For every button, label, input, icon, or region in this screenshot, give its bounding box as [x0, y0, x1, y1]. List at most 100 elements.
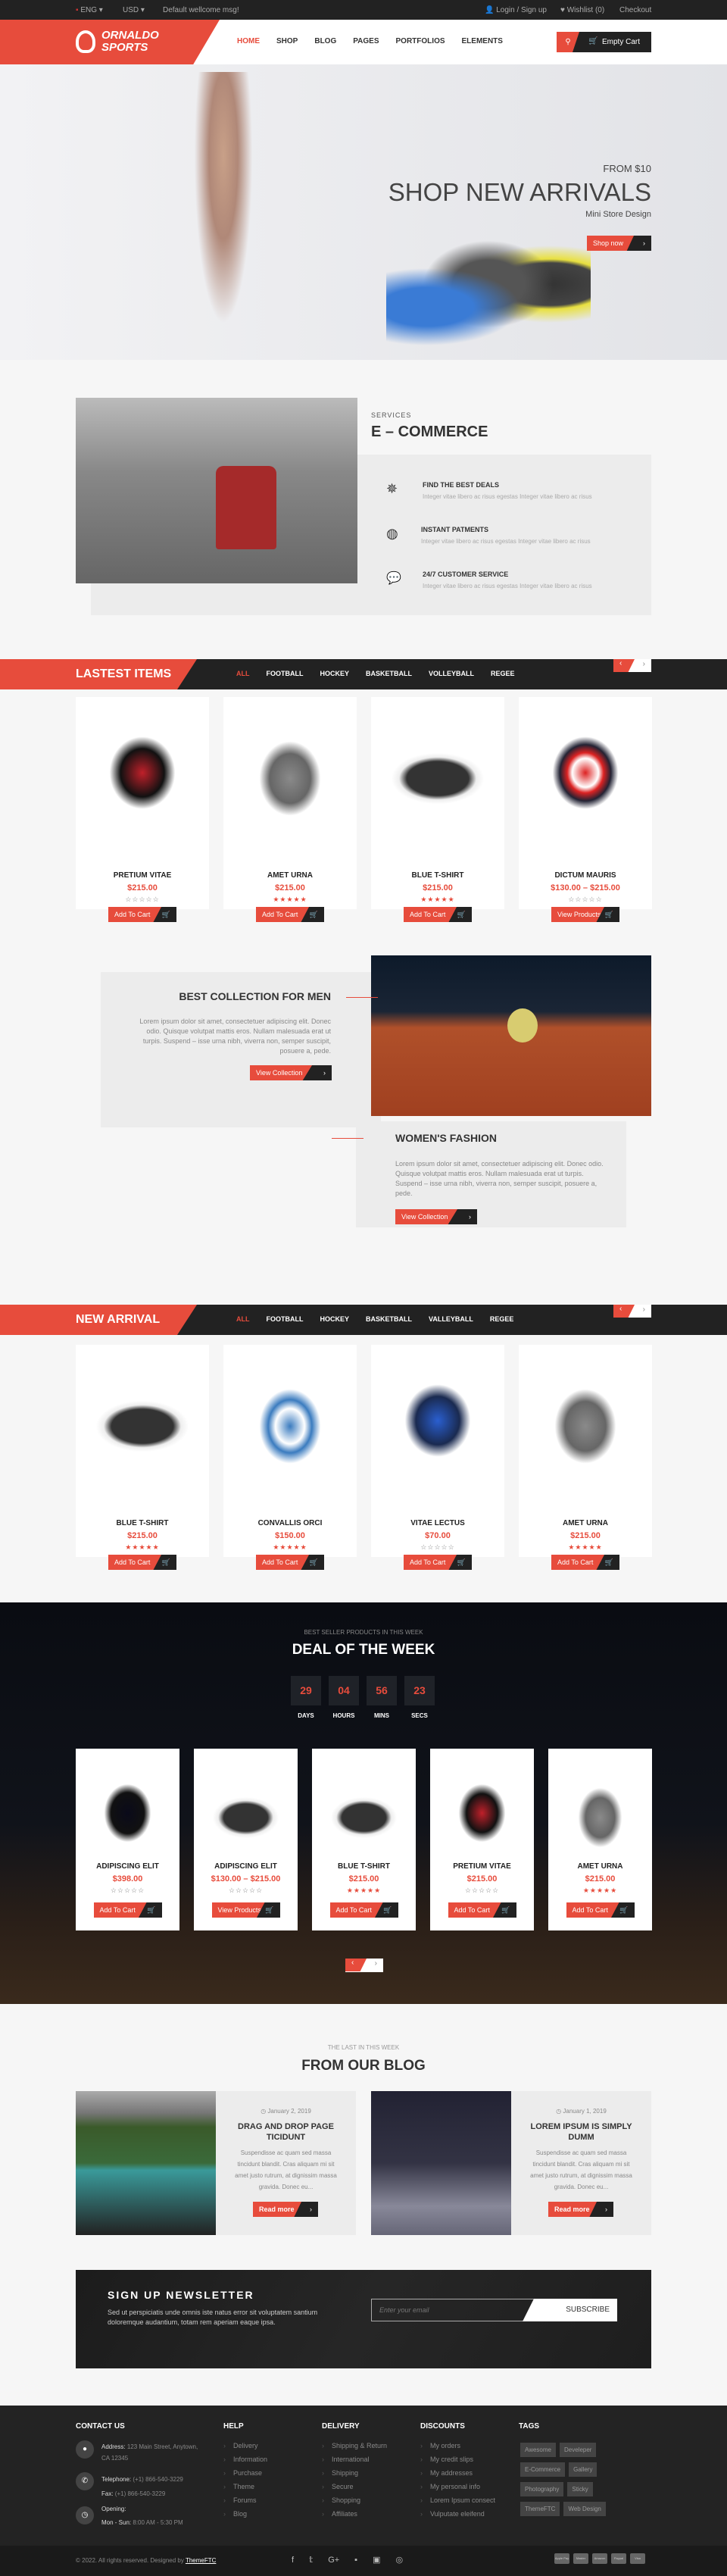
product-card[interactable]: BLUE T-SHIRT $215.00 ★★★★★ Add To Cart 🛒: [312, 1749, 416, 1930]
product-name[interactable]: PRETIUM VITAE: [76, 871, 209, 880]
add-to-cart-button[interactable]: Add To Cart 🛒: [551, 1555, 619, 1570]
add-to-cart-button[interactable]: Add To Cart 🛒: [448, 1902, 516, 1918]
footer-link[interactable]: › Secure: [322, 2483, 417, 2490]
checkout-link[interactable]: Checkout: [619, 6, 651, 14]
footer-link[interactable]: › International: [322, 2456, 417, 2463]
product-image[interactable]: [91, 1364, 194, 1477]
product-card[interactable]: AMET URNA $215.00 ★★★★★ Add To Cart 🛒: [519, 1345, 652, 1570]
add-to-cart-button[interactable]: Add To Cart 🛒: [256, 907, 324, 922]
product-name[interactable]: CONVALLIS ORCI: [223, 1519, 357, 1527]
email-input[interactable]: [371, 2299, 541, 2321]
product-image[interactable]: [91, 716, 194, 830]
flickr-icon[interactable]: ▪: [354, 2556, 357, 2565]
tag[interactable]: Web Design: [563, 2502, 606, 2516]
product-card[interactable]: ADIPISCING ELIT $130.00 – $215.00 ☆☆☆☆☆ Vie…: [194, 1749, 298, 1930]
footer-link[interactable]: › Information: [223, 2456, 318, 2463]
blog-image[interactable]: [371, 2091, 511, 2235]
prev-icon[interactable]: ‹: [613, 659, 635, 672]
tab-regee[interactable]: REGEE: [490, 1315, 514, 1323]
product-card[interactable]: BLUE T-SHIRT $215.00 ★★★★★ Add To Cart 🛒: [371, 697, 504, 922]
product-image[interactable]: [563, 1768, 637, 1859]
logo[interactable]: ORNALDO SPORTS: [101, 30, 159, 54]
twitter-icon[interactable]: 𝕥: [309, 2556, 313, 2565]
footer-link[interactable]: › Affiliates: [322, 2510, 417, 2518]
tab-all[interactable]: ALL: [236, 670, 250, 677]
tab-regee[interactable]: REGEE: [491, 670, 515, 677]
add-to-cart-button[interactable]: Add To Cart 🛒: [566, 1902, 635, 1918]
product-name[interactable]: ADIPISCING ELIT: [76, 1862, 179, 1871]
login-link[interactable]: 👤 Login / Sign up: [485, 6, 547, 14]
nav-blog[interactable]: BLOG: [314, 37, 336, 45]
footer-link[interactable]: › Blog: [223, 2510, 318, 2518]
tag[interactable]: ThemeFTC: [520, 2502, 560, 2516]
tab-football[interactable]: FOOTBALL: [267, 1315, 304, 1323]
tag[interactable]: Develeper: [559, 2443, 597, 2457]
footer-link[interactable]: › Delivery: [223, 2442, 318, 2449]
instagram-icon[interactable]: ◎: [395, 2556, 403, 2565]
currency-select[interactable]: USD ▾: [123, 6, 145, 14]
footer-link[interactable]: › Shipping & Return: [322, 2442, 417, 2449]
nav-shop[interactable]: SHOP: [276, 37, 298, 45]
prev-icon[interactable]: ‹: [613, 1305, 635, 1318]
product-image[interactable]: [91, 1768, 164, 1859]
footer-link[interactable]: › Forums: [223, 2496, 318, 2504]
tab-basketball[interactable]: BASKETBALL: [366, 670, 412, 677]
product-card[interactable]: BLUE T-SHIRT $215.00 ★★★★★ Add To Cart 🛒: [76, 1345, 209, 1570]
add-to-cart-button[interactable]: Add To Cart 🛒: [108, 1555, 176, 1570]
wishlist-link[interactable]: ♥ Wishlist (0): [560, 6, 604, 14]
product-image[interactable]: [386, 716, 489, 830]
google-plus-icon[interactable]: G+: [328, 2556, 339, 2565]
product-name[interactable]: DICTUM MAURIS: [519, 871, 652, 880]
footer-link[interactable]: › Shopping: [322, 2496, 417, 2504]
product-name[interactable]: PRETIUM VITAE: [430, 1862, 534, 1871]
tab-hockey[interactable]: HOCKEY: [320, 670, 350, 677]
language-select[interactable]: ▪ ENG ▾: [76, 6, 103, 14]
tag[interactable]: Awesome: [520, 2443, 556, 2457]
product-name[interactable]: VITAE LECTUS: [371, 1519, 504, 1527]
footer-link[interactable]: › Vulputate eleifend: [420, 2510, 515, 2518]
post-title[interactable]: LOREM IPSUM IS SIMPLY DUMM: [526, 2121, 636, 2143]
product-card[interactable]: AMET URNA $215.00 ★★★★★ Add To Cart 🛒: [223, 697, 357, 922]
footer-link[interactable]: › Lorem Ipsum consect: [420, 2496, 515, 2504]
read-more-button[interactable]: Read more ›: [253, 2202, 318, 2217]
product-name[interactable]: AMET URNA: [519, 1519, 652, 1527]
carousel-pager[interactable]: ‹ ›: [345, 1959, 383, 1972]
product-image[interactable]: [534, 716, 637, 830]
prev-icon[interactable]: ‹: [345, 1959, 367, 1971]
product-name[interactable]: ADIPISCING ELIT: [194, 1862, 298, 1871]
product-card[interactable]: PRETIUM VITAE $215.00 ☆☆☆☆☆ Add To Cart 🛒: [430, 1749, 534, 1930]
nav-home[interactable]: HOME: [237, 37, 260, 45]
designer-link[interactable]: ThemeFTC: [186, 2557, 216, 2564]
product-image[interactable]: [327, 1768, 401, 1859]
tab-all[interactable]: ALL: [236, 1315, 250, 1323]
add-to-cart-button[interactable]: Add To Cart 🛒: [329, 1902, 398, 1918]
facebook-icon[interactable]: f: [292, 2556, 294, 2565]
next-icon[interactable]: ›: [643, 1305, 645, 1314]
search-icon[interactable]: ⚲: [557, 32, 579, 52]
product-name[interactable]: BLUE T-SHIRT: [312, 1862, 416, 1871]
product-card[interactable]: CONVALLIS ORCI $150.00 ★★★★★ Add To Cart 🛒: [223, 1345, 357, 1570]
footer-link[interactable]: › My orders: [420, 2442, 515, 2449]
post-title[interactable]: DRAG AND DROP PAGE TICIDUNT: [231, 2121, 341, 2143]
product-image[interactable]: [534, 1364, 637, 1477]
tag[interactable]: Sticky: [567, 2482, 593, 2496]
add-to-cart-button[interactable]: Add To Cart 🛒: [93, 1902, 162, 1918]
product-card[interactable]: AMET URNA $215.00 ★★★★★ Add To Cart 🛒: [548, 1749, 652, 1930]
product-name[interactable]: AMET URNA: [548, 1862, 652, 1871]
nav-elements[interactable]: ELEMENTS: [462, 37, 503, 45]
add-to-cart-button[interactable]: Add To Cart 🛒: [404, 907, 472, 922]
tab-volleyball[interactable]: VOLLEYBALL: [429, 670, 474, 677]
tag[interactable]: Gallery: [569, 2462, 598, 2477]
footer-link[interactable]: › Shipping: [322, 2469, 417, 2477]
blog-image[interactable]: [76, 2091, 216, 2235]
product-image[interactable]: [239, 1364, 342, 1477]
nav-portfolios[interactable]: PORTFOLIOS: [396, 37, 445, 45]
product-name[interactable]: AMET URNA: [223, 871, 357, 880]
add-to-cart-button[interactable]: Add To Cart 🛒: [108, 907, 176, 922]
tag[interactable]: E-Commerce: [520, 2462, 566, 2477]
tab-valleyball[interactable]: VALLEYBALL: [429, 1315, 473, 1323]
footer-link[interactable]: › My personal info: [420, 2483, 515, 2490]
carousel-pager[interactable]: ‹ ›: [613, 1305, 651, 1318]
next-icon[interactable]: ›: [375, 1959, 377, 1968]
add-to-cart-button[interactable]: Add To Cart 🛒: [256, 1555, 324, 1570]
